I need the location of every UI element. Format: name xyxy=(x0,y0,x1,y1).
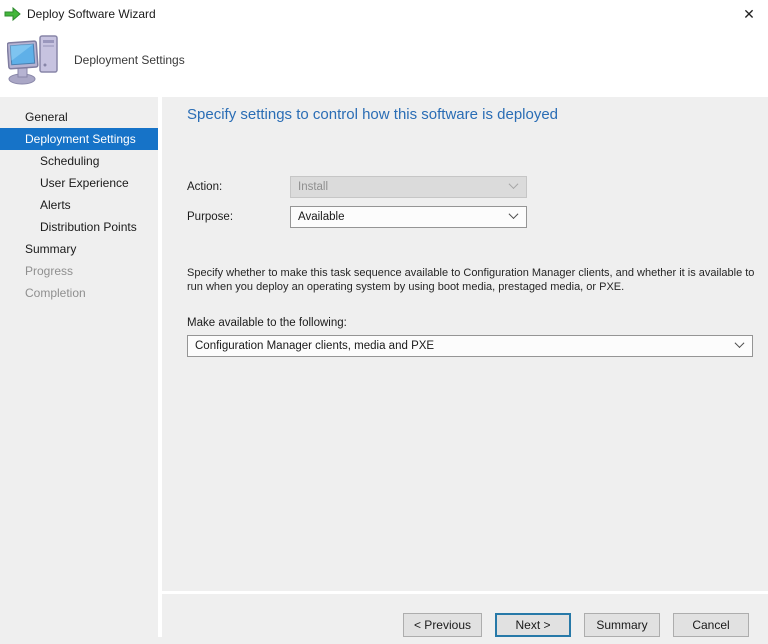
sidebar-item-distribution-points[interactable]: Distribution Points xyxy=(0,216,158,238)
action-label: Action: xyxy=(187,181,222,193)
sidebar-item-general[interactable]: General xyxy=(0,106,158,128)
next-button[interactable]: Next > xyxy=(495,613,571,637)
wizard-step-list: General Deployment Settings Scheduling U… xyxy=(0,97,158,644)
wizard-header: Deployment Settings xyxy=(0,28,768,97)
availability-description: Specify whether to make this task sequen… xyxy=(187,266,755,294)
sidebar-item-scheduling[interactable]: Scheduling xyxy=(0,150,158,172)
make-available-value: Configuration Manager clients, media and… xyxy=(195,340,434,352)
computer-icon xyxy=(7,34,63,86)
deploy-software-wizard-window: Deploy Software Wizard ✕ D xyxy=(0,0,768,644)
cancel-button[interactable]: Cancel xyxy=(673,613,749,637)
sidebar-item-progress: Progress xyxy=(0,260,158,282)
title-bar: Deploy Software Wizard ✕ xyxy=(0,0,768,28)
close-icon[interactable]: ✕ xyxy=(739,4,759,24)
wizard-body: General Deployment Settings Scheduling U… xyxy=(0,97,768,644)
sidebar-item-deployment-settings[interactable]: Deployment Settings xyxy=(0,128,158,150)
sidebar-item-user-experience[interactable]: User Experience xyxy=(0,172,158,194)
wizard-page-title: Deployment Settings xyxy=(74,53,185,67)
sidebar-item-completion: Completion xyxy=(0,282,158,304)
previous-button[interactable]: < Previous xyxy=(403,613,482,637)
summary-button[interactable]: Summary xyxy=(584,613,660,637)
purpose-dropdown[interactable]: Available xyxy=(290,206,527,228)
window-title: Deploy Software Wizard xyxy=(27,7,156,21)
footer-divider xyxy=(162,591,768,594)
chevron-down-icon xyxy=(509,209,519,219)
action-dropdown: Install xyxy=(290,176,527,198)
page-heading: Specify settings to control how this sof… xyxy=(187,106,558,123)
chevron-down-icon xyxy=(509,179,519,189)
chevron-down-icon xyxy=(735,338,745,348)
make-available-label: Make available to the following: xyxy=(187,317,347,329)
purpose-value: Available xyxy=(298,211,344,223)
make-available-dropdown[interactable]: Configuration Manager clients, media and… xyxy=(187,335,753,357)
wizard-arrow-icon xyxy=(4,6,22,22)
purpose-label: Purpose: xyxy=(187,211,233,223)
footer-buttons: < Previous Next > Summary Cancel xyxy=(403,613,749,637)
content-pane: Specify settings to control how this sof… xyxy=(162,97,768,644)
action-value: Install xyxy=(298,181,328,193)
sidebar-item-alerts[interactable]: Alerts xyxy=(0,194,158,216)
sidebar-item-summary[interactable]: Summary xyxy=(0,238,158,260)
